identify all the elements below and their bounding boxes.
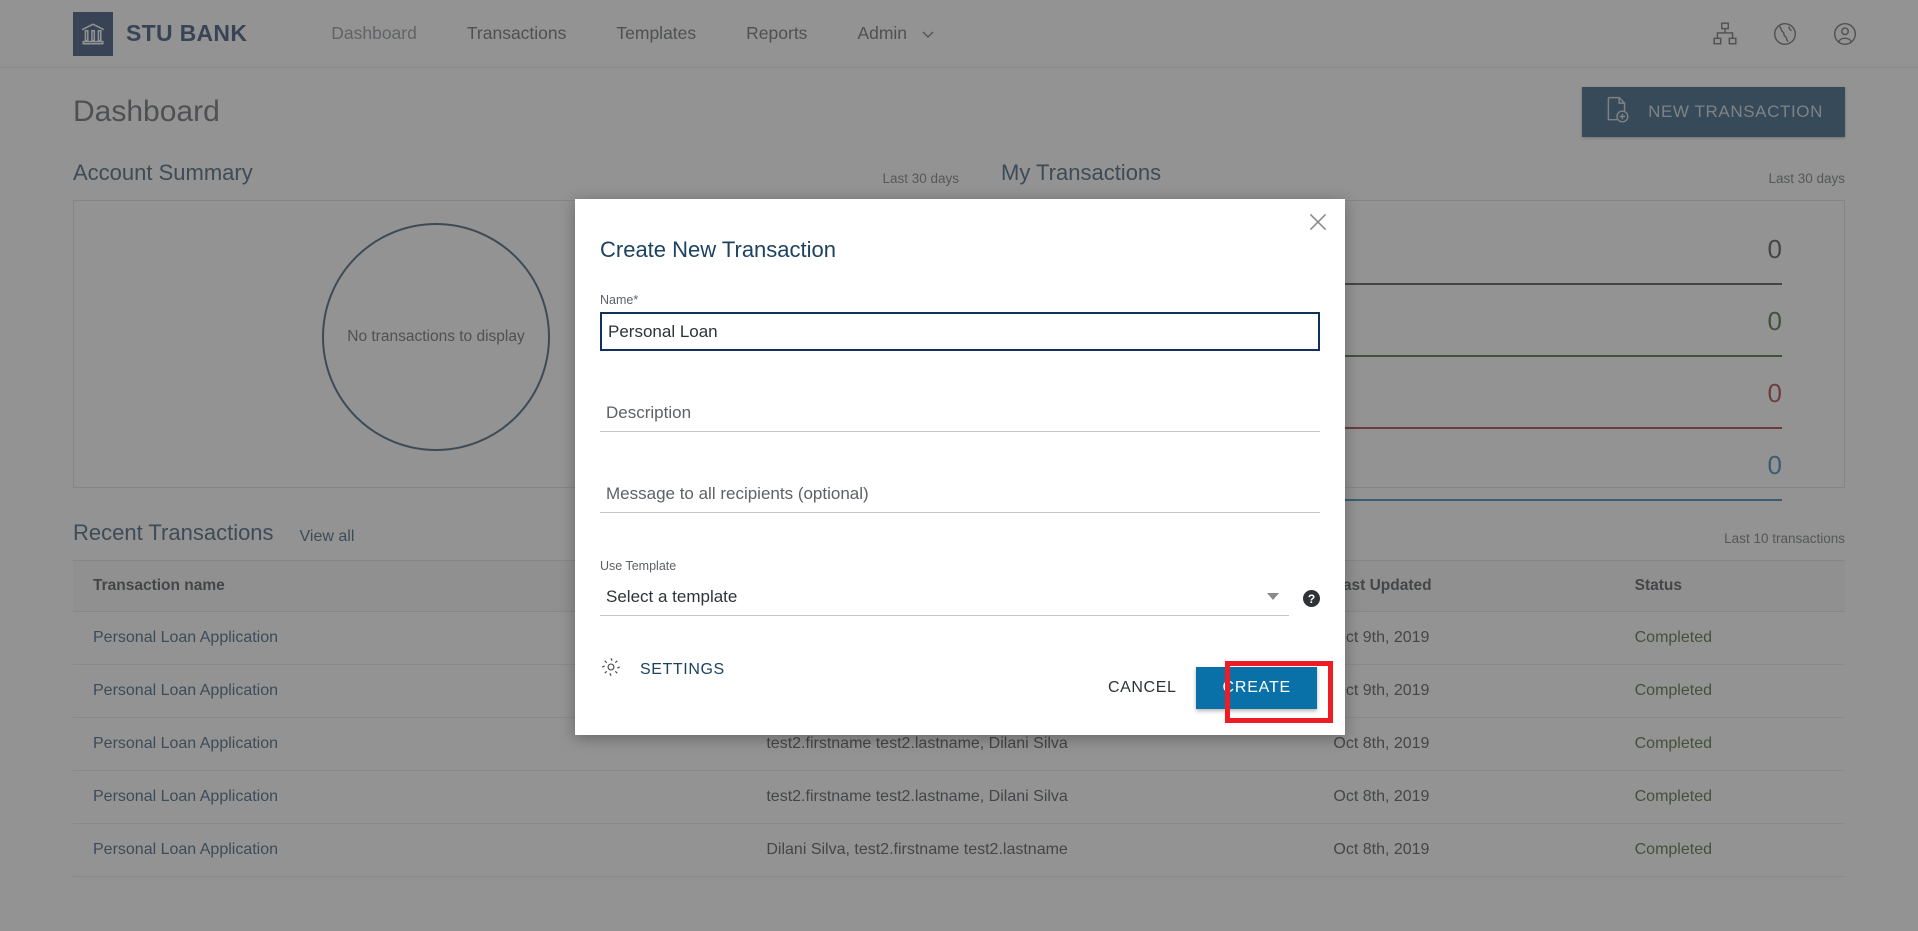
message-field-group	[600, 476, 1320, 513]
template-select-row: Select a template ?	[600, 578, 1320, 616]
description-input[interactable]	[600, 395, 1320, 432]
settings-label: SETTINGS	[640, 660, 725, 678]
help-question-icon[interactable]: ?	[1303, 590, 1320, 607]
app-root: STU BANK Dashboard Transactions Template…	[0, 0, 1918, 931]
description-field-group	[600, 395, 1320, 432]
dialog-title: Create New Transaction	[600, 237, 836, 262]
gear-icon	[600, 656, 622, 683]
message-input[interactable]	[600, 476, 1320, 513]
create-button[interactable]: CREATE	[1196, 667, 1317, 709]
template-field-label: Use Template	[600, 559, 677, 573]
template-select-value: Select a template	[600, 578, 1289, 616]
chevron-down-icon	[1267, 593, 1279, 600]
create-transaction-dialog: Create New Transaction Name* Use Templat…	[575, 199, 1345, 735]
name-field-group: Name*	[600, 293, 1320, 351]
close-icon[interactable]	[1305, 209, 1331, 235]
template-select[interactable]: Select a template	[600, 578, 1289, 616]
template-field-group: Use Template Select a template ?	[600, 559, 1320, 616]
dialog-actions: CANCEL CREATE	[1094, 667, 1317, 709]
name-input[interactable]	[600, 312, 1320, 351]
cancel-button[interactable]: CANCEL	[1094, 669, 1191, 707]
dialog-body: Name* Use Template Select a template ?	[575, 293, 1345, 683]
name-field-label: Name*	[600, 293, 639, 307]
